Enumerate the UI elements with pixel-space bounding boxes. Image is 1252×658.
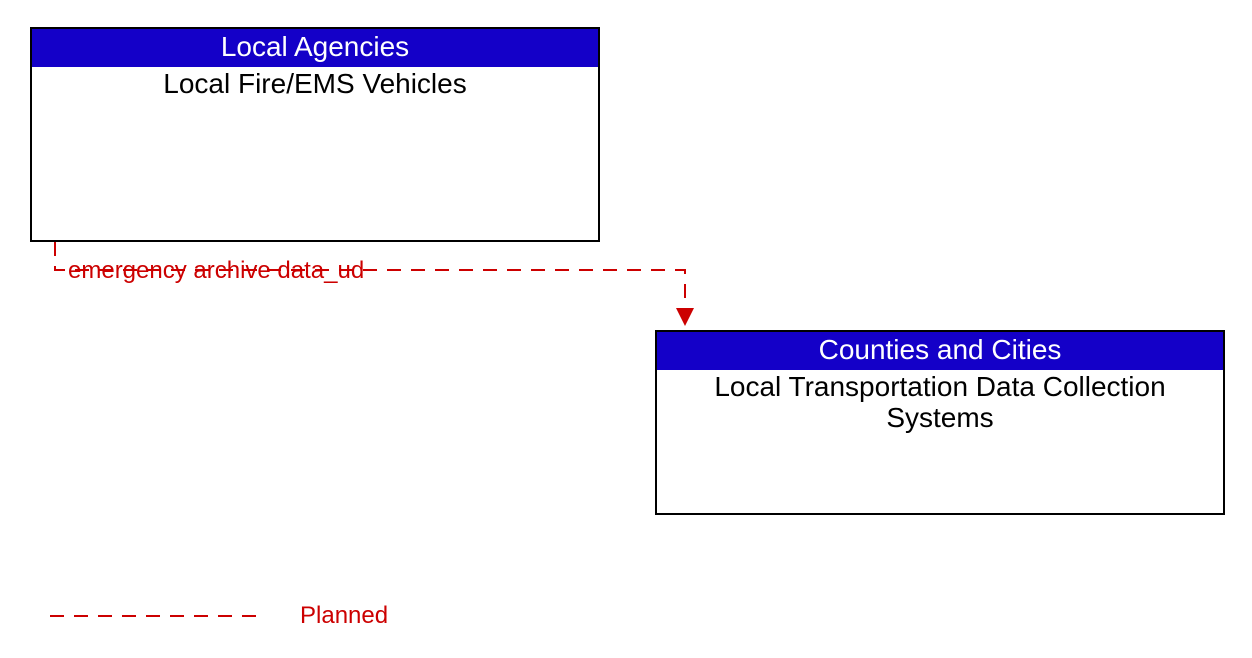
entity-header: Local Agencies xyxy=(32,29,598,67)
entity-header: Counties and Cities xyxy=(657,332,1223,370)
entity-counties-cities: Counties and Cities Local Transportation… xyxy=(655,330,1225,515)
flow-label: emergency archive data_ud xyxy=(68,257,364,285)
entity-body: Local Fire/EMS Vehicles xyxy=(32,67,598,102)
legend-planned-label: Planned xyxy=(300,602,388,630)
entity-body: Local Transportation Data Collection Sys… xyxy=(657,370,1223,436)
entity-local-agencies: Local Agencies Local Fire/EMS Vehicles xyxy=(30,27,600,242)
